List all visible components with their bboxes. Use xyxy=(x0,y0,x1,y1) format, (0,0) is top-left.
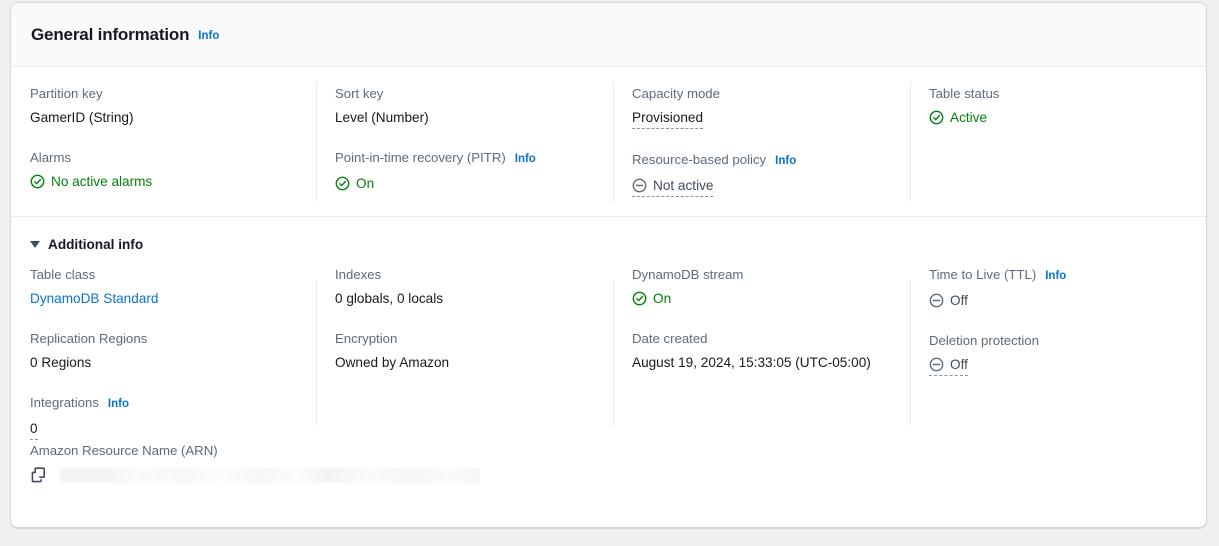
status-badge-resource-based-policy[interactable]: Not active xyxy=(632,176,713,197)
field-value: On xyxy=(335,174,593,193)
arn-label: Amazon Resource Name (ARN) xyxy=(30,442,1206,459)
field-value: Off xyxy=(929,355,1186,376)
general-column-3: Capacity mode Provisioned Resource-based… xyxy=(613,67,910,216)
field-dynamodb-stream: DynamoDB stream On xyxy=(632,266,890,308)
additional-column-3: DynamoDB stream On Dat xyxy=(613,266,910,440)
field-value: Active xyxy=(929,108,1186,127)
status-badge-dynamodb-stream: On xyxy=(632,289,671,308)
additional-column-1: Table class DynamoDB Standard Replicatio… xyxy=(11,266,316,440)
status-badge-table-status: Active xyxy=(929,108,987,127)
field-partition-key: Partition key GamerID (String) xyxy=(30,85,296,127)
field-capacity-mode: Capacity mode Provisioned xyxy=(632,85,890,129)
field-label: Replication Regions xyxy=(30,330,296,347)
integrations-value[interactable]: 0 xyxy=(30,419,38,440)
field-value: Level (Number) xyxy=(335,108,593,127)
status-badge-deletion-protection[interactable]: Off xyxy=(929,355,968,376)
field-alarms: Alarms No active alarms xyxy=(30,149,296,191)
field-value: Owned by Amazon xyxy=(335,353,593,372)
field-sort-key: Sort key Level (Number) xyxy=(335,85,593,127)
status-badge-no-active-alarms: No active alarms xyxy=(30,172,152,191)
field-label: Table class xyxy=(30,266,296,283)
field-deletion-protection: Deletion protection Off xyxy=(929,332,1186,376)
field-label: Table status xyxy=(929,85,1186,102)
field-value: 0 Regions xyxy=(30,353,296,372)
header-info-link[interactable]: Info xyxy=(198,30,219,42)
field-indexes: Indexes 0 globals, 0 locals xyxy=(335,266,593,308)
general-fields-grid: Partition key GamerID (String) Alarms xyxy=(11,67,1206,216)
field-label: Alarms xyxy=(30,149,296,166)
field-value: No active alarms xyxy=(30,172,296,191)
minus-circle-icon xyxy=(632,178,647,193)
table-class-link[interactable]: DynamoDB Standard xyxy=(30,289,158,308)
field-value: August 19, 2024, 15:33:05 (UTC-05:00) xyxy=(632,353,890,372)
check-circle-icon xyxy=(30,174,45,189)
pitr-info-link[interactable]: Info xyxy=(515,151,536,168)
field-table-status: Table status Active xyxy=(929,85,1186,127)
arn-row: Amazon Resource Name (ARN) xyxy=(11,440,1206,484)
status-badge-pitr: On xyxy=(335,174,374,193)
field-replication-regions: Replication Regions 0 Regions xyxy=(30,330,296,372)
field-value: DynamoDB Standard xyxy=(30,289,296,308)
field-time-to-live: Time to Live (TTL) Info Off xyxy=(929,266,1186,310)
arn-redacted-value xyxy=(60,468,480,483)
page-title: General information xyxy=(31,25,189,45)
arn-value xyxy=(30,466,1206,484)
additional-info-section: Additional info Table class DynamoDB Sta… xyxy=(11,217,1206,484)
field-integrations: Integrations Info 0 xyxy=(30,394,296,440)
field-label: DynamoDB stream xyxy=(632,266,890,283)
field-value: GamerID (String) xyxy=(30,108,296,127)
field-label: Sort key xyxy=(335,85,593,102)
capacity-mode-value[interactable]: Provisioned xyxy=(632,108,703,129)
field-label: Encryption xyxy=(335,330,593,347)
copy-icon[interactable] xyxy=(30,466,48,484)
field-encryption: Encryption Owned by Amazon xyxy=(335,330,593,372)
general-column-1: Partition key GamerID (String) Alarms xyxy=(11,67,316,216)
field-resource-based-policy: Resource-based policy Info Not active xyxy=(632,151,890,197)
field-label: Deletion protection xyxy=(929,332,1186,349)
additional-info-expander[interactable]: Additional info xyxy=(30,237,143,252)
field-value: 0 xyxy=(30,419,296,440)
field-label: Point-in-time recovery (PITR) Info xyxy=(335,149,593,168)
field-label: Date created xyxy=(632,330,890,347)
field-value: Not active xyxy=(632,176,890,197)
resource-based-policy-info-link[interactable]: Info xyxy=(775,153,796,170)
field-label: Resource-based policy Info xyxy=(632,151,890,170)
field-value: Off xyxy=(929,291,1186,310)
field-label: Partition key xyxy=(30,85,296,102)
panel-header: General information Info xyxy=(11,3,1206,67)
integrations-info-link[interactable]: Info xyxy=(108,396,129,413)
general-column-4: Table status Active xyxy=(910,67,1206,216)
field-value: On xyxy=(632,289,890,308)
additional-fields-grid: Table class DynamoDB Standard Replicatio… xyxy=(11,266,1206,440)
check-circle-icon xyxy=(335,176,350,191)
additional-column-4: Time to Live (TTL) Info Off xyxy=(910,266,1206,440)
status-badge-ttl: Off xyxy=(929,291,968,310)
field-date-created: Date created August 19, 2024, 15:33:05 (… xyxy=(632,330,890,372)
field-label: Capacity mode xyxy=(632,85,890,102)
general-column-2: Sort key Level (Number) Point-in-time re… xyxy=(316,67,613,216)
field-label: Time to Live (TTL) Info xyxy=(929,266,1186,285)
minus-circle-icon xyxy=(929,357,944,372)
field-point-in-time-recovery: Point-in-time recovery (PITR) Info On xyxy=(335,149,593,193)
field-label: Integrations Info xyxy=(30,394,296,413)
field-value: Provisioned xyxy=(632,108,890,129)
additional-info-label: Additional info xyxy=(48,237,143,252)
check-circle-icon xyxy=(929,110,944,125)
chevron-down-icon xyxy=(30,241,40,248)
general-information-panel: General information Info Partition key G… xyxy=(10,2,1207,528)
field-label: Indexes xyxy=(335,266,593,283)
check-circle-icon xyxy=(632,291,647,306)
ttl-info-link[interactable]: Info xyxy=(1045,268,1066,285)
minus-circle-icon xyxy=(929,293,944,308)
additional-column-2: Indexes 0 globals, 0 locals Encryption O… xyxy=(316,266,613,440)
field-value: 0 globals, 0 locals xyxy=(335,289,593,308)
field-table-class: Table class DynamoDB Standard xyxy=(30,266,296,308)
